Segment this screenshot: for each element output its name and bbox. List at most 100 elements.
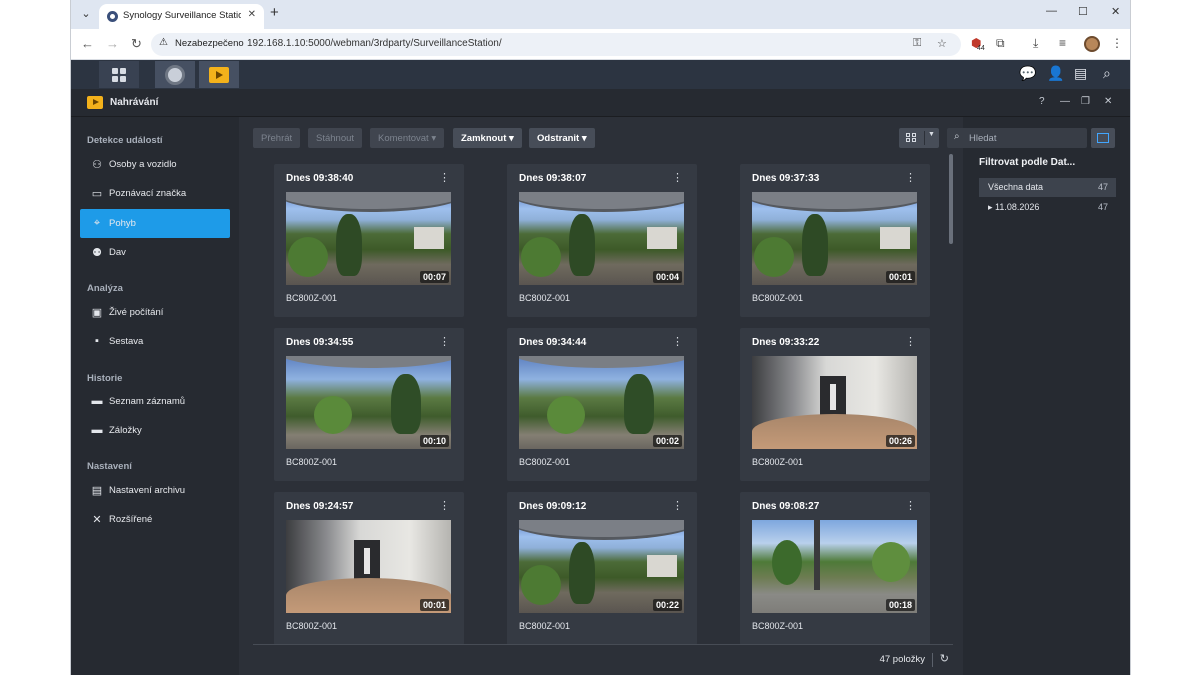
security-label[interactable]: Nezabezpečeno xyxy=(175,38,244,49)
search-icon[interactable]: ⌕ xyxy=(1103,65,1111,82)
recording-thumbnail[interactable]: 00:18 xyxy=(752,520,917,613)
search-box[interactable]: ⌕ xyxy=(947,128,1087,148)
camera-icon xyxy=(165,65,185,85)
recording-card[interactable]: Dnes 09:08:27 ⋮ 00:18 BC800Z-001 xyxy=(740,492,930,645)
camera-name: BC800Z-001 xyxy=(286,621,338,631)
surveillance-app-button[interactable] xyxy=(155,61,195,88)
download-button[interactable]: Stáhnout xyxy=(308,128,363,148)
chat-icon[interactable]: 💬 xyxy=(1019,65,1036,82)
sidebar-item-advanced[interactable]: ✕ Rozšířené xyxy=(80,505,230,534)
new-tab-icon[interactable]: + xyxy=(270,4,279,21)
tab-search-icon[interactable]: ⌄ xyxy=(77,5,95,23)
duration-badge: 00:04 xyxy=(652,271,682,283)
recording-thumbnail[interactable]: 00:10 xyxy=(286,356,451,449)
sidebar-item-recording-list[interactable]: ▬ Seznam záznamů xyxy=(80,387,230,416)
scrollbar[interactable] xyxy=(949,154,953,244)
lock-button[interactable]: Zamknout ▾ xyxy=(453,128,522,148)
help-icon[interactable]: ? xyxy=(1039,96,1045,107)
reload-icon[interactable]: ↻ xyxy=(131,36,142,52)
recording-card[interactable]: Dnes 09:38:40 ⋮ 00:07 BC800Z-001 xyxy=(274,164,464,317)
sidebar-item-people-vehicle[interactable]: ⚇ Osoby a vozidlo xyxy=(80,150,230,179)
folder-icon: ▬ xyxy=(91,395,103,407)
user-icon[interactable]: 👤 xyxy=(1047,65,1064,82)
more-options-icon[interactable]: ⋮ xyxy=(905,335,916,348)
sidebar-item-motion[interactable]: ⌖ Pohyb xyxy=(80,209,230,238)
sidebar-item-license-plate[interactable]: ▭ Poznávací značka xyxy=(80,179,230,208)
close-tab-icon[interactable]: ✕ xyxy=(248,9,256,20)
license-plate-icon: ▭ xyxy=(91,188,103,200)
bookmark-star-icon[interactable]: ☆ xyxy=(937,37,947,50)
recording-card[interactable]: Dnes 09:24:57 ⋮ 00:01 BC800Z-001 xyxy=(274,492,464,645)
filter-all-count: 47 xyxy=(1097,182,1108,192)
address-bar[interactable]: ⚠ Nezabezpečeno 192.168.1.10:5000/webman… xyxy=(151,33,961,56)
sidebar-item-crowd[interactable]: ⚉ Dav xyxy=(80,238,230,267)
widgets-icon[interactable]: ▤ xyxy=(1074,65,1087,82)
sidebar-item-label: Seznam záznamů xyxy=(109,396,186,407)
filter-all-dates[interactable]: Všechna data 47 xyxy=(979,178,1116,197)
browser-tab[interactable]: Synology Surveillance Station - ✕ xyxy=(99,4,264,29)
recording-card[interactable]: Dnes 09:38:07 ⋮ 00:04 BC800Z-001 xyxy=(507,164,697,317)
recording-card[interactable]: Dnes 09:09:12 ⋮ 00:22 BC800Z-001 xyxy=(507,492,697,645)
warning-icon[interactable]: ⚠ xyxy=(159,37,168,48)
filter-date-node[interactable]: ▸ 11.08.2026 47 xyxy=(979,198,1116,217)
delete-button[interactable]: Odstranit ▾ xyxy=(529,128,595,148)
sidebar-item-label: Rozšířené xyxy=(109,514,153,525)
more-options-icon[interactable]: ⋮ xyxy=(672,171,683,184)
password-key-icon[interactable]: ⚿ xyxy=(913,37,921,50)
view-mode-button[interactable]: ▼ xyxy=(899,128,939,148)
minimize-window-icon[interactable]: — xyxy=(1060,96,1070,107)
sidebar-item-label: Záložky xyxy=(109,425,142,436)
more-options-icon[interactable]: ⋮ xyxy=(905,171,916,184)
recording-thumbnail[interactable]: 00:01 xyxy=(286,520,451,613)
extensions-puzzle-icon[interactable]: ⧉ xyxy=(996,36,1005,51)
url-text[interactable]: 192.168.1.10:5000/webman/3rdparty/Survei… xyxy=(247,38,502,49)
recording-thumbnail[interactable]: 00:26 xyxy=(752,356,917,449)
more-options-icon[interactable]: ⋮ xyxy=(439,335,450,348)
panel-toggle-button[interactable] xyxy=(1091,128,1115,148)
forward-icon[interactable]: → xyxy=(106,36,119,51)
section-history: Historie xyxy=(87,373,123,384)
comment-button[interactable]: Komentovat ▾ xyxy=(370,128,445,148)
recording-thumbnail[interactable]: 00:01 xyxy=(752,192,917,285)
recording-thumbnail[interactable]: 00:02 xyxy=(519,356,684,449)
recording-thumbnail[interactable]: 00:07 xyxy=(286,192,451,285)
recording-thumbnail[interactable]: 00:04 xyxy=(519,192,684,285)
more-options-icon[interactable]: ⋮ xyxy=(439,499,450,512)
close-window-icon[interactable]: ✕ xyxy=(1111,5,1120,18)
more-options-icon[interactable]: ⋮ xyxy=(439,171,450,184)
minimize-icon[interactable]: — xyxy=(1046,5,1057,17)
sidebar-item-bookmarks[interactable]: ▬ Záložky xyxy=(80,416,230,445)
recording-card[interactable]: Dnes 09:34:44 ⋮ 00:02 BC800Z-001 xyxy=(507,328,697,481)
recording-card[interactable]: Dnes 09:33:22 ⋮ 00:26 BC800Z-001 xyxy=(740,328,930,481)
maximize-icon[interactable]: ☐ xyxy=(1078,5,1088,18)
download-icon[interactable]: ⤓ xyxy=(1033,36,1038,51)
recording-thumbnail[interactable]: 00:22 xyxy=(519,520,684,613)
back-icon[interactable]: ← xyxy=(81,36,94,51)
camera-name: BC800Z-001 xyxy=(752,457,804,467)
duration-badge: 00:26 xyxy=(885,435,915,447)
sidebar-item-label: Osoby a vozidlo xyxy=(109,159,177,170)
section-event-detection: Detekce událostí xyxy=(87,135,163,146)
more-menu-icon[interactable]: ⋮ xyxy=(1111,36,1123,50)
recording-card[interactable]: Dnes 09:34:55 ⋮ 00:10 BC800Z-001 xyxy=(274,328,464,481)
duration-badge: 00:18 xyxy=(885,599,915,611)
media-queue-icon[interactable]: ≡ xyxy=(1059,36,1066,50)
restore-window-icon[interactable]: ❐ xyxy=(1081,96,1090,107)
recording-card[interactable]: Dnes 09:37:33 ⋮ 00:01 BC800Z-001 xyxy=(740,164,930,317)
play-button[interactable]: Přehrát xyxy=(253,128,301,148)
profile-avatar[interactable] xyxy=(1084,36,1100,52)
search-input[interactable] xyxy=(969,131,1081,145)
sidebar-item-report[interactable]: ▪ Sestava xyxy=(80,327,230,356)
close-app-icon[interactable]: ✕ xyxy=(1104,96,1112,107)
recording-app-button[interactable] xyxy=(199,61,239,88)
more-options-icon[interactable]: ⋮ xyxy=(905,499,916,512)
sidebar-item-live-counting[interactable]: ▣ Živé počítání xyxy=(80,298,230,327)
sidebar-item-archive-settings[interactable]: ▤ Nastavení archivu xyxy=(80,476,230,505)
refresh-icon[interactable]: ↻ xyxy=(940,652,949,665)
filter-date-label: ▸ 11.08.2026 xyxy=(988,202,1040,212)
bookmark-folder-icon: ▬ xyxy=(91,424,103,436)
main-menu-button[interactable] xyxy=(99,61,139,88)
tab-title: Synology Surveillance Station - xyxy=(123,10,241,21)
more-options-icon[interactable]: ⋮ xyxy=(672,499,683,512)
more-options-icon[interactable]: ⋮ xyxy=(672,335,683,348)
